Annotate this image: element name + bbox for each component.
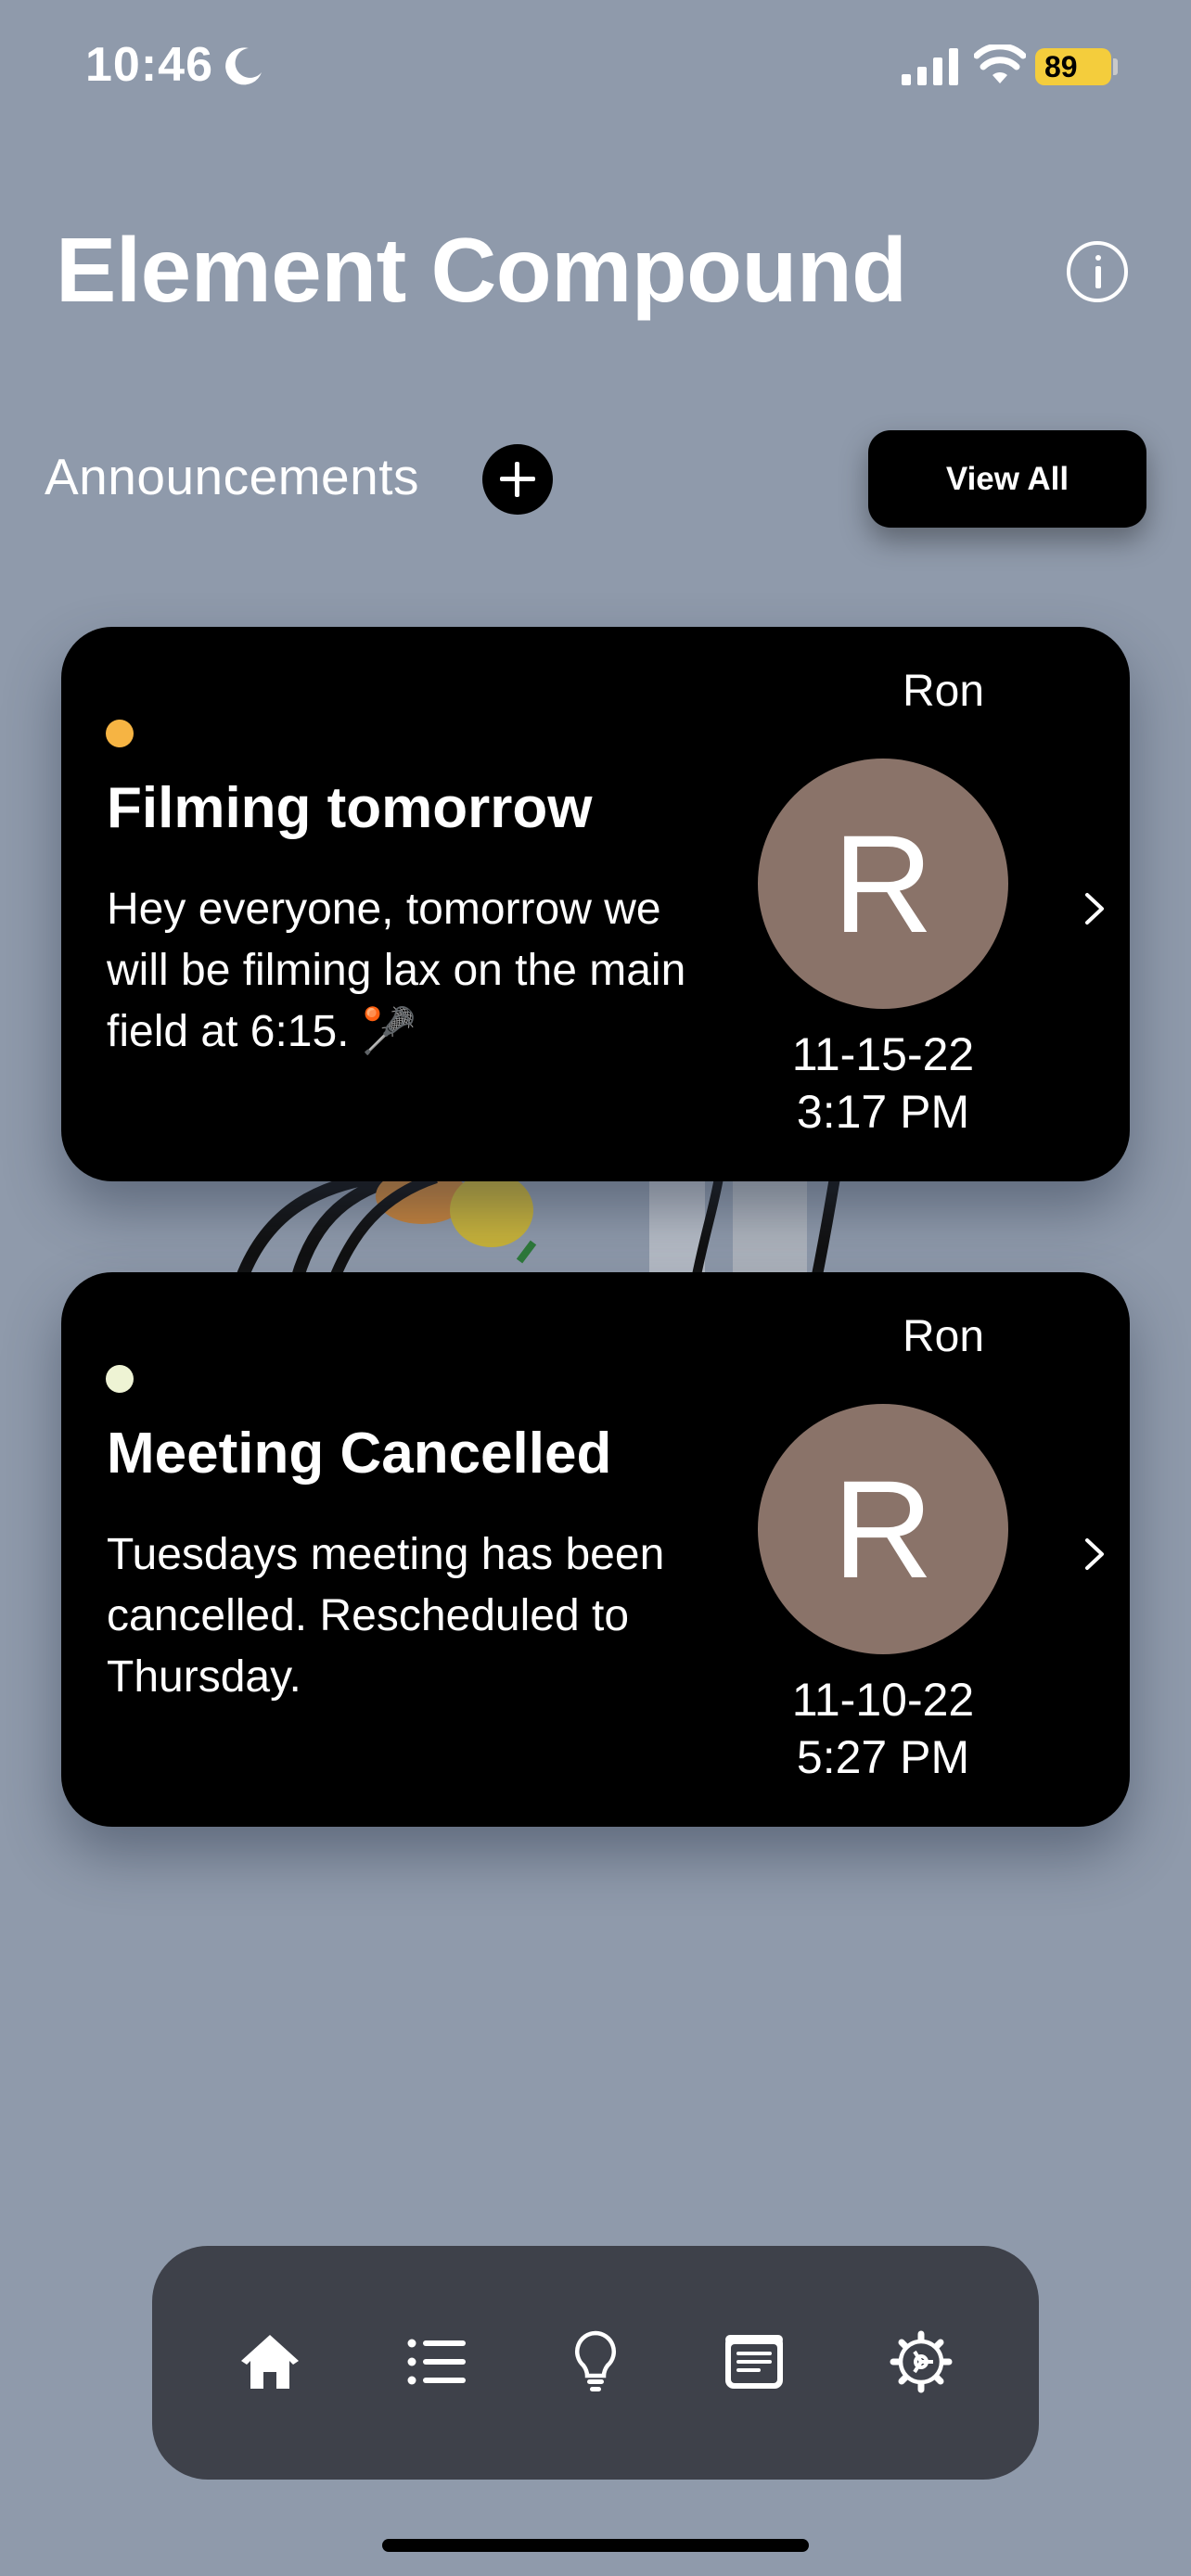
- home-icon: [241, 2335, 299, 2389]
- battery-level: 89: [1044, 49, 1078, 83]
- announcement-date: 11-10-22: [791, 1674, 975, 1726]
- lightbulb-icon: [575, 2330, 616, 2391]
- battery-indicator: 89: [1035, 48, 1111, 85]
- chevron-right-icon[interactable]: [1082, 1535, 1108, 1574]
- announcement-date: 11-15-22: [791, 1028, 975, 1080]
- avatar: R: [758, 759, 1008, 1009]
- list-icon: [407, 2339, 466, 2385]
- announcement-body: Hey everyone, tomorrow we will be filmin…: [107, 885, 686, 1056]
- announcement-body: Tuesdays meeting has been cancelled. Res…: [107, 1530, 665, 1702]
- settings-icon: [890, 2330, 953, 2393]
- add-announcement-button[interactable]: [482, 444, 553, 515]
- announcement-time: 3:17 PM: [796, 1086, 970, 1138]
- announcement-card[interactable]: Meeting Cancelled Tuesdays meeting has b…: [61, 1272, 1130, 1827]
- document-icon: [725, 2335, 783, 2389]
- status-dot: [106, 720, 134, 747]
- announcement-time: 5:27 PM: [796, 1731, 970, 1783]
- status-dot: [106, 1365, 134, 1393]
- tab-bar: [152, 2246, 1039, 2480]
- announcements-label: Announcements: [45, 448, 419, 505]
- view-all-button[interactable]: View All: [868, 430, 1146, 528]
- author-name: Ron: [902, 1312, 985, 1361]
- announcement-title: Meeting Cancelled: [107, 1422, 612, 1486]
- cellular-signal-icon: [902, 48, 958, 85]
- page-title: Element Compound: [56, 219, 907, 321]
- announcement-title: Filming tomorrow: [107, 776, 593, 840]
- wifi-icon: [974, 45, 1026, 83]
- background-illustration: [235, 1178, 840, 1280]
- avatar: R: [758, 1404, 1008, 1654]
- info-button[interactable]: [1067, 241, 1128, 302]
- tab-documents[interactable]: [722, 2329, 787, 2394]
- home-indicator[interactable]: [382, 2539, 809, 2552]
- announcement-card[interactable]: Filming tomorrow Hey everyone, tomorrow …: [61, 627, 1130, 1181]
- tab-list[interactable]: [404, 2329, 469, 2394]
- tab-settings[interactable]: [889, 2329, 954, 2394]
- moon-icon: [225, 47, 262, 85]
- status-bar: 10:46 89: [0, 0, 1191, 130]
- status-time: 10:46: [85, 38, 213, 92]
- tab-ideas[interactable]: [563, 2329, 628, 2394]
- chevron-right-icon[interactable]: [1082, 889, 1108, 928]
- author-name: Ron: [902, 667, 985, 716]
- battery-tip: [1113, 58, 1118, 75]
- tab-home[interactable]: [237, 2329, 302, 2394]
